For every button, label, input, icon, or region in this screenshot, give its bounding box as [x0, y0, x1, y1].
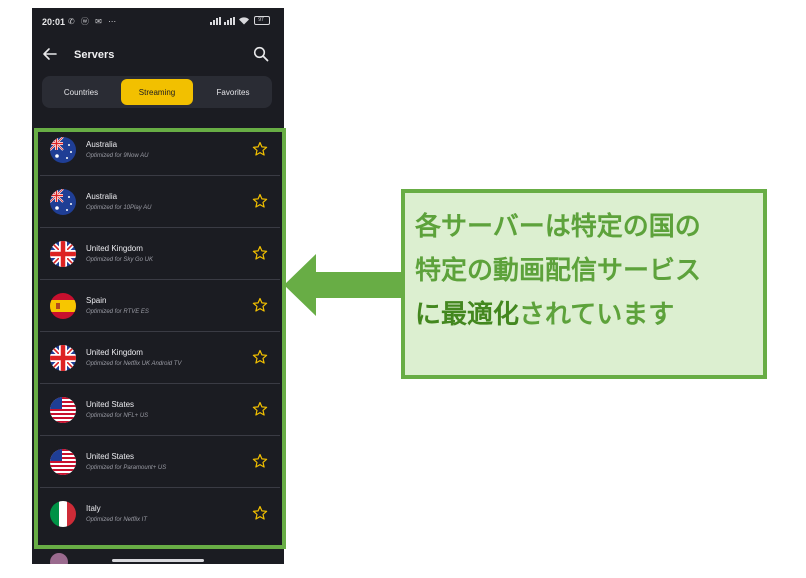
highlight-frame: [34, 128, 286, 549]
callout-line-3: に最適化されています: [415, 293, 753, 337]
status-time: 20:01: [42, 17, 66, 27]
battery-level: 97: [258, 17, 264, 23]
arrow-left-icon: [284, 254, 402, 316]
annotation-callout: 各サーバーは特定の国の 特定の動画配信サービス に最適化されています: [401, 189, 767, 379]
callout-line-1: 各サーバーは特定の国の: [415, 212, 701, 242]
callout-emphasis: に最適化: [415, 300, 520, 330]
signal-icon: [224, 16, 235, 25]
partial-flag-icon: [50, 553, 68, 564]
status-icons-right: 97: [210, 16, 270, 25]
wifi-icon: [239, 16, 249, 24]
server-tabs: Countries Streaming Favorites: [42, 76, 272, 108]
tab-streaming[interactable]: Streaming: [121, 79, 193, 105]
status-bar: 20:01 ✆ ⓦ ✉ ⋯ 97: [32, 8, 284, 34]
battery-icon: 97: [254, 16, 270, 25]
page-title: Servers: [74, 49, 115, 61]
callout-line-2: 特定の動画配信サービス: [415, 256, 702, 286]
tab-countries[interactable]: Countries: [45, 79, 117, 105]
tab-favorites[interactable]: Favorites: [197, 79, 269, 105]
notification-icons: ✆ ⓦ ✉ ⋯: [68, 17, 119, 26]
search-icon[interactable]: [252, 45, 270, 63]
callout-line-3-rest: されています: [519, 300, 675, 330]
signal-icon: [210, 16, 221, 25]
home-indicator[interactable]: [112, 559, 204, 562]
arrow-left-icon[interactable]: [40, 44, 60, 64]
app-bar: Servers: [32, 36, 284, 74]
